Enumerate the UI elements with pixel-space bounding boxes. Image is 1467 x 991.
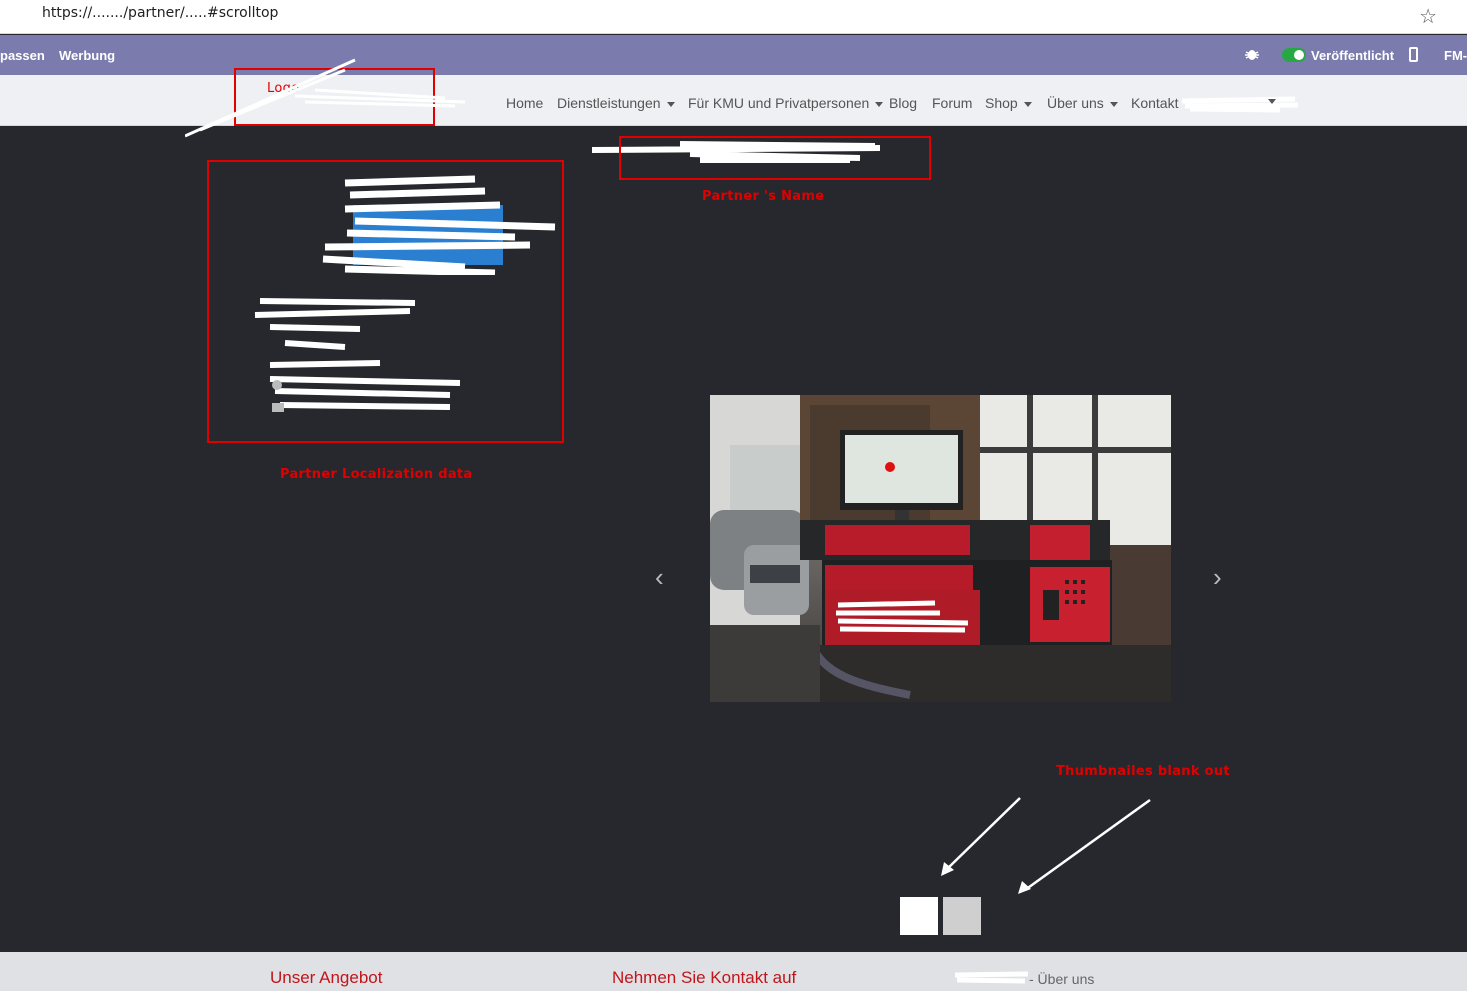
caret-down-icon [666,101,675,107]
annotation-arrows [941,797,1151,894]
caret-down-icon [1109,101,1118,107]
nav-shop[interactable]: Shop [985,95,1032,111]
logo-redaction-scribble [185,58,466,138]
nav-kontakt[interactable]: Kontakt [1131,95,1178,111]
nav-ueber-uns[interactable]: Über uns [1047,95,1118,111]
partner-image-scribble [322,175,556,275]
editbar-customize[interactable]: passen [0,48,45,63]
partner-name-annotation-box [619,136,931,180]
caret-down-icon[interactable] [1268,99,1276,104]
carousel-next-icon[interactable]: › [1213,562,1222,593]
thumbnails-annotation-label: Thumbnailes blank out [1056,764,1230,779]
editbar-user[interactable]: FM- [1444,48,1467,63]
publish-label[interactable]: Veröffentlicht [1311,48,1394,63]
nav-kmu[interactable]: Für KMU und Privatpersonen [688,95,884,111]
footer-contact-heading: Nehmen Sie Kontakt auf [612,968,797,987]
localization-annotation-label: Partner Localization data [280,467,473,482]
page-footer: Unser Angebot Nehmen Sie Kontakt auf - Ü… [0,952,1467,991]
partner-name-annotation-label: Partner 's Name [702,189,825,204]
nav-blog[interactable]: Blog [889,95,917,111]
carousel-thumbnail[interactable] [943,897,981,935]
footer-offer-heading: Unser Angebot [270,968,383,987]
carousel-prev-icon[interactable]: ‹ [655,562,664,593]
caret-down-icon [1023,101,1032,107]
bug-icon[interactable] [1244,46,1260,62]
partner-photo [710,395,1171,702]
editbar-promote[interactable]: Werbung [59,48,115,63]
redacted-scribble [1181,96,1299,113]
nav-home[interactable]: Home [506,95,543,111]
footer-redaction-scribble [954,971,1029,984]
caret-down-icon [875,101,884,107]
address-scribble [254,298,461,412]
nav-dienstleistungen[interactable]: Dienstleistungen [557,95,675,111]
mobile-preview-icon[interactable] [1409,47,1418,62]
publish-toggle[interactable] [1282,48,1306,62]
bookmark-star-icon[interactable]: ☆ [1419,4,1437,29]
footer-about-link[interactable]: - Über uns [1029,971,1094,987]
carousel-thumbnail[interactable] [900,897,938,935]
nav-forum[interactable]: Forum [932,95,972,111]
url-text[interactable]: https://......./partner/.....#scrolltop [42,5,278,21]
browser-address-bar[interactable]: https://......./partner/.....#scrolltop … [0,0,1467,34]
